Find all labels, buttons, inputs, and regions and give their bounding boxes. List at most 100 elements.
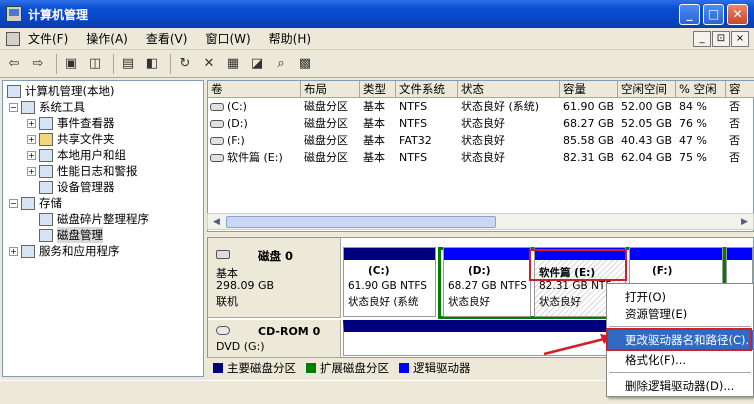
menu-separator (609, 372, 751, 373)
tree-item-shared-folders[interactable]: + 共享文件夹 (27, 131, 115, 147)
column-header-type[interactable]: 类型 (360, 81, 396, 98)
disk0-label[interactable]: 磁盘 0 基本 298.09 GB 联机 (208, 238, 341, 318)
minimize-button[interactable]: _ (679, 4, 700, 25)
menu-help[interactable]: 帮助(H) (269, 30, 311, 47)
logical-swatch (399, 362, 409, 373)
expand-icon[interactable]: + (27, 118, 36, 128)
back-arrow-icon[interactable]: ⇦ (4, 54, 24, 74)
defrag-icon (39, 212, 53, 226)
menu-window[interactable]: 窗口(W) (205, 30, 250, 47)
computer-management-icon (6, 6, 22, 22)
menu-file[interactable]: 文件(F) (28, 30, 68, 47)
mdi-restore-button[interactable]: ⊡ (712, 31, 730, 47)
free-space-cell: 62.04 GB (621, 151, 673, 164)
logical-drive-bar (444, 248, 530, 260)
primary-swatch (213, 362, 223, 373)
console-tree: 计算机管理(本地) − 系统工具 + 事件查看器 + 共享文件夹 + 本地用户和组 + 性… (2, 80, 204, 377)
scroll-thumb[interactable] (226, 216, 496, 228)
tree-item-services[interactable]: + 服务和应用程序 (9, 243, 120, 259)
settings-icon[interactable]: ▩ (295, 54, 315, 74)
tree-item-disk-management[interactable]: 磁盘管理 (39, 227, 103, 243)
document-icon[interactable] (6, 31, 20, 46)
status-cell: 状态良好 (461, 117, 505, 130)
column-header-filesystem[interactable]: 文件系统 (396, 81, 458, 98)
search-icon[interactable]: ⌕ (271, 54, 291, 74)
export-icon[interactable]: ◪ (247, 54, 267, 74)
tree-item-device-manager[interactable]: 设备管理器 (39, 179, 115, 195)
collapse-icon[interactable]: − (9, 198, 18, 208)
drive-icon (210, 120, 224, 128)
highlight-box-menu (606, 328, 752, 351)
layout-cell: 磁盘分区 (304, 100, 348, 113)
expand-icon[interactable]: + (27, 150, 36, 160)
close-button[interactable]: ✕ (727, 4, 748, 25)
toolbar-separator (170, 53, 171, 74)
fault-cell: 否 (729, 100, 740, 113)
expand-icon[interactable]: + (27, 166, 36, 176)
tools-icon (21, 100, 35, 114)
capacity-cell: 68.27 GB (563, 117, 615, 130)
volume-cell: (D:) (210, 116, 300, 132)
partition-d[interactable]: (D:) 68.27 GB NTFS 状态良好 (443, 247, 531, 317)
up-folder-icon[interactable]: ▣ (61, 54, 81, 74)
highlight-box-e (529, 249, 627, 281)
capacity-cell: 85.58 GB (563, 134, 615, 147)
volume-cell: (F:) (210, 133, 300, 149)
maximize-button[interactable]: □ (703, 4, 724, 25)
window-title: 计算机管理 (28, 7, 89, 22)
percent-free-cell: 47 % (679, 134, 707, 147)
type-cell: 基本 (363, 117, 385, 130)
storage-icon (21, 196, 35, 210)
type-cell: 基本 (363, 151, 385, 164)
folder-icon (39, 132, 53, 146)
tree-item-storage[interactable]: − 存储 (9, 195, 62, 211)
collapse-icon[interactable]: − (9, 102, 18, 112)
column-header-status[interactable]: 状态 (458, 81, 560, 98)
scroll-right-icon[interactable]: ▶ (737, 215, 752, 229)
event-viewer-icon (39, 116, 53, 130)
tree-item-defrag[interactable]: 磁盘碎片整理程序 (39, 211, 149, 227)
column-header-layout[interactable]: 布局 (301, 81, 360, 98)
computer-icon (7, 84, 21, 98)
menu-format[interactable]: 格式化(F)... (607, 350, 753, 370)
tree-item-event-viewer[interactable]: + 事件查看器 (27, 115, 115, 131)
cdrom-name: CD-ROM 0 (258, 325, 321, 338)
cdrom-label[interactable]: CD-ROM 0 DVD (G:) (208, 320, 341, 358)
title-bar: 计算机管理 _ □ ✕ (0, 0, 754, 28)
menu-view[interactable]: 查看(V) (146, 30, 188, 47)
tree-item-root[interactable]: 计算机管理(本地) (7, 83, 114, 99)
mdi-close-button[interactable]: × (731, 31, 749, 47)
show-tree-icon[interactable]: ◫ (85, 54, 105, 74)
layout-cell: 磁盘分区 (304, 117, 348, 130)
menu-explore[interactable]: 资源管理(E) (607, 304, 753, 324)
device-manager-icon (39, 180, 53, 194)
toolbar: ⇦ ⇨ ▣ ◫ ▤ ◧ ↻ ✕ ▦ ◪ ⌕ ▩ (0, 50, 754, 78)
properties-icon[interactable]: ▤ (118, 54, 138, 74)
refresh-icon[interactable]: ↻ (175, 54, 195, 74)
column-header-fault-tolerance[interactable]: 容 (726, 81, 754, 98)
partition-c[interactable]: (C:) 61.90 GB NTFS 状态良好 (系统 (343, 247, 436, 317)
column-header-capacity[interactable]: 容量 (560, 81, 618, 98)
volume-cell: (C:) (210, 99, 300, 115)
column-header-percent-free[interactable]: % 空闲 (676, 81, 726, 98)
properties-sheet-icon[interactable]: ▦ (223, 54, 243, 74)
expand-icon[interactable]: + (9, 246, 18, 256)
tree-item-perf-logs[interactable]: + 性能日志和警报 (27, 163, 138, 179)
column-header-volume[interactable]: 卷 (208, 81, 301, 98)
percent-free-cell: 84 % (679, 100, 707, 113)
scroll-left-icon[interactable]: ◀ (209, 215, 224, 229)
tree-item-local-users[interactable]: + 本地用户和组 (27, 147, 126, 163)
horizontal-scrollbar[interactable]: ◀ ▶ (207, 213, 754, 230)
expand-icon[interactable]: + (27, 134, 36, 144)
menu-delete-logical-drive[interactable]: 删除逻辑驱动器(D)... (607, 376, 753, 396)
column-header-free-space[interactable]: 空闲空间 (618, 81, 676, 98)
forward-arrow-icon[interactable]: ⇨ (28, 54, 48, 74)
tree-item-system-tools[interactable]: − 系统工具 (9, 99, 85, 115)
free-space-cell: 52.00 GB (621, 100, 673, 113)
mdi-minimize-button[interactable]: _ (693, 31, 711, 47)
disk-management-icon (39, 228, 53, 242)
primary-partition-bar (344, 248, 435, 260)
delete-icon[interactable]: ✕ (199, 54, 219, 74)
menu-action[interactable]: 操作(A) (86, 30, 128, 47)
help-icon[interactable]: ◧ (142, 54, 162, 74)
